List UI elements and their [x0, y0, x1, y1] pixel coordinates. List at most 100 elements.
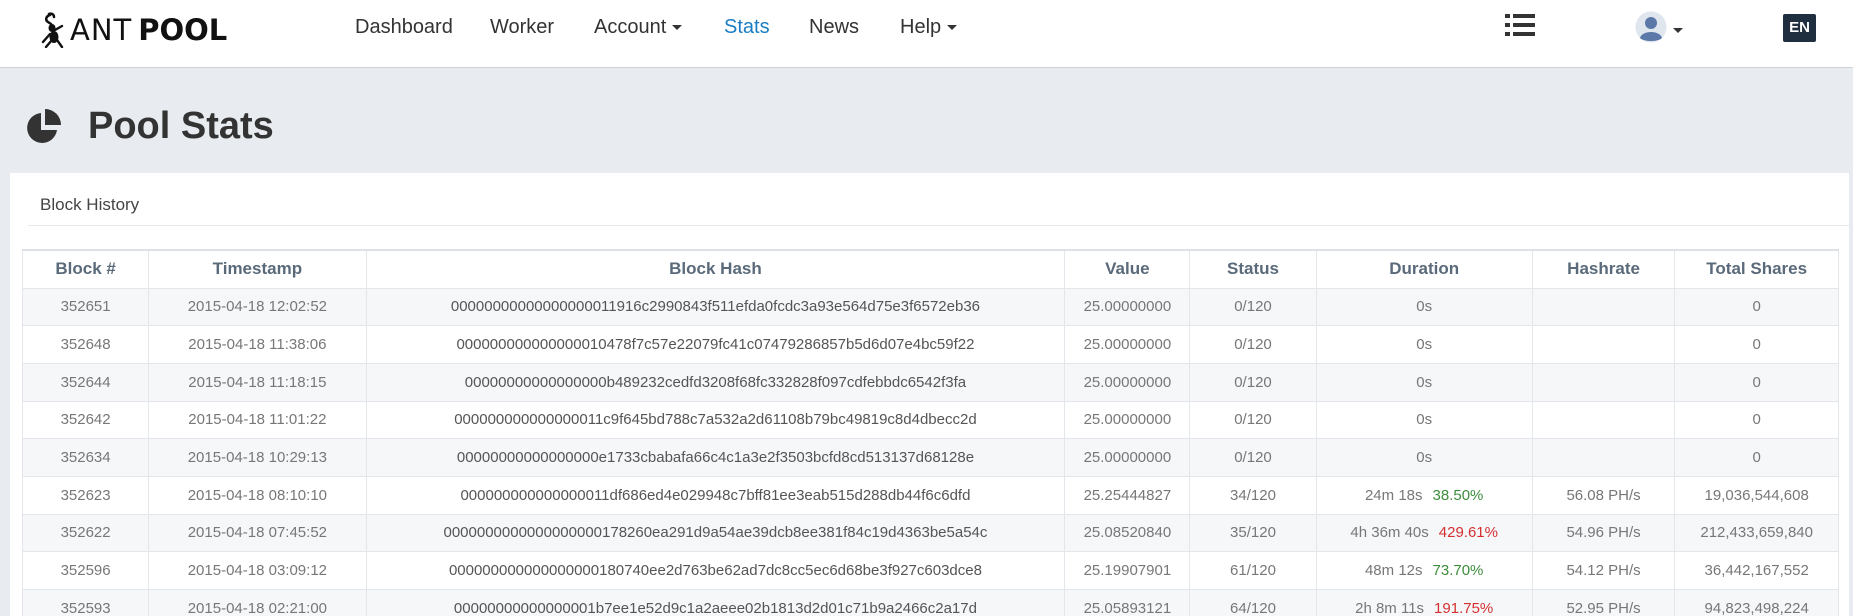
pie-chart-icon — [27, 108, 61, 143]
value-cell: 25.00000000 — [1064, 438, 1191, 477]
table-row: 352622 2015-04-18 07:45:52 000000000000000… — [22, 514, 1839, 553]
duration-cell: 2h 8m 11s 191.75% — [1316, 589, 1533, 616]
duration-text: 24m 18s — [1364, 486, 1423, 504]
duration-cell: 0s — [1316, 401, 1533, 440]
duration-cell: 48m 12s 73.70% — [1316, 551, 1533, 590]
block-number-cell: 352634 — [22, 438, 150, 477]
value-cell: 25.08520840 — [1064, 514, 1191, 553]
timestamp-cell: 2015-04-18 11:18:15 — [148, 363, 367, 402]
timestamp-cell: 2015-04-18 12:02:52 — [148, 288, 367, 327]
block-number-cell: 352648 — [22, 325, 150, 364]
block-history-table: Block # Timestamp Block Hash Value Statu… — [22, 249, 1839, 616]
value-cell: 25.05893121 — [1064, 589, 1191, 616]
user-menu[interactable] — [1635, 11, 1683, 45]
block-hash-cell: 00000000000000001b7ee1e52d9c1a2aeee02b18… — [366, 589, 1066, 616]
language-button[interactable]: EN — [1783, 14, 1816, 42]
hashrate-cell: 54.96 PH/s — [1532, 514, 1676, 553]
block-hash-cell: 00000000000000000011916c2990843f511efda0… — [366, 288, 1066, 327]
duration-cell: 24m 18s 38.50% — [1316, 476, 1533, 515]
table-row: 352623 2015-04-18 08:10:10 000000000000000… — [22, 476, 1839, 515]
duration-text: 48m 12s — [1364, 562, 1423, 580]
hashrate-cell: 54.12 PH/s — [1532, 551, 1676, 590]
duration-text: 0s — [1416, 411, 1433, 429]
total-shares-cell: 36,442,167,552 — [1674, 551, 1839, 590]
col-header-block[interactable]: Block # — [22, 250, 150, 289]
total-shares-cell: 0 — [1674, 363, 1839, 402]
block-number-cell: 352622 — [22, 514, 150, 553]
timestamp-cell: 2015-04-18 11:38:06 — [148, 325, 367, 364]
table-row: 352596 2015-04-18 03:09:12 000000000000000… — [22, 551, 1839, 590]
col-header-value[interactable]: Value — [1064, 250, 1191, 289]
table-row: 352593 2015-04-18 02:21:00 000000000000000… — [22, 589, 1839, 616]
status-cell: 0/120 — [1189, 438, 1317, 477]
hashrate-cell: 52.95 PH/s — [1532, 589, 1676, 616]
duration-cell: 4h 36m 40s 429.61% — [1316, 514, 1533, 553]
duration-cell: 0s — [1316, 288, 1533, 327]
duration-text: 0s — [1416, 336, 1433, 354]
timestamp-cell: 2015-04-18 11:01:22 — [148, 401, 367, 440]
duration-text: 0s — [1416, 373, 1433, 391]
user-avatar-icon — [1635, 11, 1667, 43]
top-navbar: ANT POOL Dashboard Worker Account Stats N… — [0, 0, 1853, 68]
duration-cell: 0s — [1316, 325, 1533, 364]
duration-text: 2h 8m 11s — [1355, 599, 1425, 616]
hashrate-cell — [1532, 363, 1676, 402]
status-cell: 0/120 — [1189, 288, 1317, 327]
status-cell: 0/120 — [1189, 401, 1317, 440]
col-header-hashrate[interactable]: Hashrate — [1532, 250, 1676, 289]
status-cell: 0/120 — [1189, 325, 1317, 364]
duration-text: 0s — [1416, 298, 1433, 316]
block-number-cell: 352644 — [22, 363, 150, 402]
table-row: 352642 2015-04-18 11:01:22 000000000000000… — [22, 401, 1839, 440]
block-history-panel: Block History Block # Timestamp Block Ha… — [10, 173, 1849, 616]
block-number-cell: 352642 — [22, 401, 150, 440]
table-row: 352651 2015-04-18 12:02:52 000000000000000… — [22, 288, 1839, 327]
list-icon[interactable] — [1505, 13, 1535, 37]
col-header-hash[interactable]: Block Hash — [366, 250, 1066, 289]
chevron-down-icon — [672, 25, 683, 31]
value-cell: 25.19907901 — [1064, 551, 1191, 590]
duration-text: 4h 36m 40s — [1350, 524, 1429, 542]
nav-dashboard[interactable]: Dashboard — [355, 12, 453, 42]
timestamp-cell: 2015-04-18 02:21:00 — [148, 589, 367, 616]
nav-worker[interactable]: Worker — [490, 12, 554, 42]
total-shares-cell: 94,823,498,224 — [1674, 589, 1839, 616]
total-shares-cell: 0 — [1674, 325, 1839, 364]
chevron-down-icon — [1673, 28, 1683, 33]
block-hash-cell: 00000000000000000e1733cbabafa66c4c1a3e2f… — [366, 438, 1066, 477]
status-cell: 64/120 — [1189, 589, 1317, 616]
luck-percentage: 429.61% — [1438, 524, 1498, 542]
block-hash-cell: 000000000000000011c9f645bd788c7a532a2d61… — [366, 401, 1066, 440]
col-header-status[interactable]: Status — [1189, 250, 1317, 289]
nav-news[interactable]: News — [809, 12, 859, 42]
nav-account[interactable]: Account — [594, 12, 683, 42]
nav-help[interactable]: Help — [900, 12, 958, 42]
table-header-row: Block # Timestamp Block Hash Value Statu… — [22, 250, 1839, 289]
status-cell: 61/120 — [1189, 551, 1317, 590]
brand-part2: POOL — [138, 13, 228, 47]
status-cell: 34/120 — [1189, 476, 1317, 515]
value-cell: 25.25444827 — [1064, 476, 1191, 515]
col-header-timestamp[interactable]: Timestamp — [148, 250, 367, 289]
block-hash-cell: 000000000000000011df686ed4e029948c7bff81… — [366, 476, 1066, 515]
table-row: 352634 2015-04-18 10:29:13 000000000000000… — [22, 438, 1839, 477]
block-number-cell: 352651 — [22, 288, 150, 327]
hashrate-cell: 56.08 PH/s — [1532, 476, 1676, 515]
table-row: 352648 2015-04-18 11:38:06 000000000000000… — [22, 325, 1839, 364]
hashrate-cell — [1532, 325, 1676, 364]
page-header: Pool Stats — [24, 105, 274, 148]
brand-part1: ANT — [70, 13, 133, 47]
total-shares-cell: 0 — [1674, 438, 1839, 477]
total-shares-cell: 0 — [1674, 401, 1839, 440]
brand-name: ANT POOL — [70, 13, 227, 47]
col-header-shares[interactable]: Total Shares — [1674, 250, 1839, 289]
status-cell: 0/120 — [1189, 363, 1317, 402]
col-header-duration[interactable]: Duration — [1316, 250, 1533, 289]
duration-cell: 0s — [1316, 438, 1533, 477]
total-shares-cell: 212,433,659,840 — [1674, 514, 1839, 553]
hashrate-cell — [1532, 401, 1676, 440]
duration-cell: 0s — [1316, 363, 1533, 402]
nav-stats[interactable]: Stats — [724, 12, 770, 42]
antpool-logo[interactable]: ANT POOL — [40, 10, 227, 50]
luck-percentage: 73.70% — [1432, 562, 1484, 580]
